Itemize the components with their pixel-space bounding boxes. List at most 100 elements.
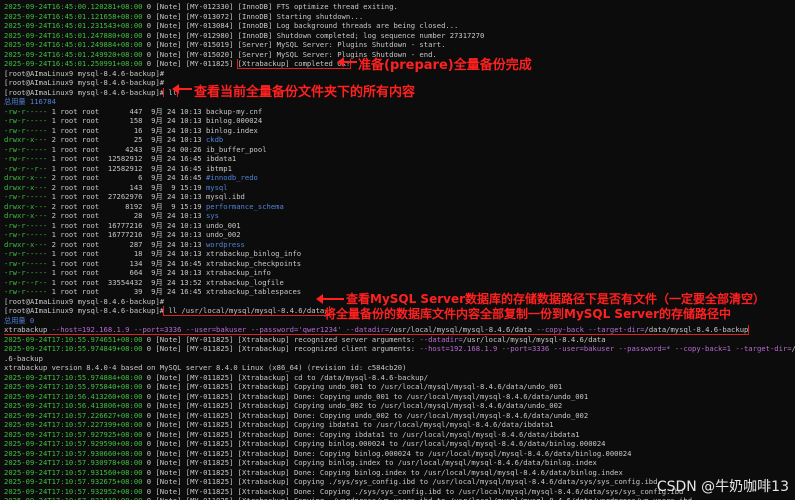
log-timestamp: 2025-09-24T17:10:56.413260+08:00	[4, 391, 143, 401]
log-timestamp: 2025-09-24T17:10:57.227399+08:00	[4, 420, 143, 429]
file-meta: 2 root root 25 9月 24 10:13	[47, 135, 206, 144]
file-list-row: -rw-r----- 1 root root 664 9月 24 10:13 x…	[4, 268, 795, 278]
log-line: 2025-09-24T16:45:01.231543+08:00 0 [Note…	[4, 21, 795, 31]
file-meta: 1 root root 4243 9月 24 00:26	[47, 144, 206, 154]
log-message: 0 [Note] [MY-011825] [Xtrabackup] recogn…	[142, 344, 420, 353]
log-message: 0 [Note] [MY-013072] [InnoDB] Starting s…	[142, 11, 364, 21]
log-line: 2025-09-24T17:10:57.933419+08:00 0 [Note…	[4, 496, 795, 500]
log-path: /usr/local/mysql/mysql-8.4.6/data	[462, 334, 606, 344]
log-line: 2025-09-24T17:10:56.413260+08:00 0 [Note…	[4, 392, 795, 402]
annotation-arrow-view-backup	[172, 84, 192, 94]
shell-prompt: [root@AImaLinux9 mysql-8.4.6-backup]#	[4, 87, 165, 97]
command-segment: /data/mysql-8.4.6-backup	[644, 325, 749, 334]
command-segment: --user=bakuser	[185, 325, 247, 334]
file-meta: 2 root root 28 9月 24 10:13	[47, 211, 206, 220]
terminal-window[interactable]: 2025-09-24T16:45:00.120281+08:00 0 [Note…	[0, 0, 795, 500]
file-list-row: -rw-r----- 1 root root 16777216 9月 24 10…	[4, 221, 795, 231]
log-message: 0 [Note] [MY-011825] [Xtrabackup] Done: …	[142, 429, 580, 439]
file-name: ibdata1	[205, 154, 237, 163]
log-message: 0 [Note] [MY-011825] [Xtrabackup] Copyin…	[142, 420, 554, 429]
log-line: 2025-09-24T17:10:57.929590+08:00 0 [Note…	[4, 439, 795, 449]
file-meta: 1 root root 18 9月 24 10:13	[47, 249, 206, 258]
version-line: xtrabackup version 8.4.0-4 based on MySQ…	[4, 363, 795, 373]
command-segment: --datadir=	[345, 325, 390, 334]
file-permissions: drwxr-x---	[4, 173, 48, 182]
log-timestamp: 2025-09-24T17:10:57.927925+08:00	[4, 429, 143, 439]
log-message: 0 [Note] [MY-011825] [Xtrabackup] Copyin…	[142, 477, 658, 486]
file-permissions: drwxr-x---	[4, 239, 48, 249]
log-timestamp: 2025-09-24T17:10:55.974651+08:00	[4, 334, 143, 344]
file-meta: 1 root root 158 9月 24 10:13	[47, 116, 206, 125]
command-segment: /usr/local/mysql/mysql-8.4.6/data	[389, 325, 537, 334]
xtrabackup-command-line: xtrabackup --host=192.168.1.9 --port=333…	[4, 325, 795, 335]
log-timestamp: 2025-09-24T17:10:56.413806+08:00	[4, 401, 143, 410]
shell-command: ll /usr/local/mysql/mysql-8.4.6/data/	[163, 306, 330, 316]
log-line: 2025-09-24T17:10:56.413806+08:00 0 [Note…	[4, 401, 795, 411]
shell-prompt: [root@AImaLinux9 mysql-8.4.6-backup]#	[4, 296, 165, 306]
log-message: 0 [Note] [MY-011825] [Xtrabackup] Copyin…	[142, 382, 563, 391]
file-list-row: drwxr-x--- 2 root root 28 9月 24 10:13 sy…	[4, 211, 795, 221]
log-line: 2025-09-24T16:45:01.249884+08:00 0 [Note…	[4, 40, 795, 50]
total-size: 总用量 116784	[4, 97, 56, 106]
file-permissions: -rw-r-----	[4, 192, 48, 201]
log-timestamp: 2025-09-24T16:45:01.249884+08:00	[4, 40, 143, 49]
log-timestamp: 2025-09-24T16:45:01.249920+08:00	[4, 49, 143, 59]
log-message: 0 [Note] [MY-011825]	[142, 59, 238, 68]
file-meta: 1 root root 12582912 9月 24 16:45	[47, 163, 206, 173]
file-meta: 1 root root 33554432 9月 24 13:52	[47, 277, 206, 287]
log-message: 0 [Note] [MY-011825] [Xtrabackup] Done: …	[142, 467, 623, 477]
log-line: 2025-09-24T17:10:55.974884+08:00 0 [Note…	[4, 373, 795, 383]
log-line: 2025-09-24T17:10:57.227399+08:00 0 [Note…	[4, 420, 795, 430]
file-name: sys	[205, 211, 219, 220]
file-meta: 1 root root 16777216 9月 24 10:13	[47, 230, 206, 239]
annotation-copy-back: 将全量备份的数据库文件内容全部复制一份到MySQL Server的存储路径中	[324, 307, 732, 321]
log-message: 0 [Note] [MY-011825] [Xtrabackup] Done: …	[142, 410, 589, 420]
file-meta: 1 root root 16777216 9月 24 10:13	[47, 220, 206, 230]
file-list-row: drwxr-x--- 2 root root 6 9月 24 16:45 #in…	[4, 173, 795, 183]
watermark: CSDN @牛奶咖啡13	[656, 479, 789, 495]
file-list-row: drwxr-x--- 2 root root 25 9月 24 10:13 ck…	[4, 135, 795, 145]
file-list-row: -rw-r----- 1 root root 27262976 9月 24 10…	[4, 192, 795, 202]
file-permissions: -rw-r-----	[4, 154, 48, 163]
annotation-prepare-done: 准备(prepare)全量备份完成	[358, 58, 532, 73]
log-message: 0 [Note] [MY-011825] [Xtrabackup] Copyin…	[142, 439, 606, 448]
file-meta: 1 root root 447 9月 24 10:13	[47, 106, 206, 116]
file-permissions: -rw-r-----	[4, 106, 48, 116]
file-name: xtrabackup_info	[205, 268, 271, 277]
file-list-row: -rw-r----- 1 root root 16777216 9月 24 10…	[4, 230, 795, 240]
log-message: 0 [Note] [MY-012330] [InnoDB] FTS optimi…	[142, 2, 398, 11]
file-name: binlog.000024	[205, 116, 263, 125]
file-permissions: -rw-r--r--	[4, 163, 48, 173]
file-name: xtrabackup_tablespaces	[205, 287, 302, 296]
file-list-row: -rw-r----- 1 root root 134 9月 24 16:45 x…	[4, 259, 795, 269]
log-path: /data/mysql-8.4	[792, 344, 795, 353]
total-size: 总用量 0	[4, 315, 35, 325]
file-list-row: -rw-r----- 1 root root 4243 9月 24 00:26 …	[4, 145, 795, 155]
version-text: xtrabackup version 8.4.0-4 based on MySQ…	[4, 363, 407, 372]
log-completed-ok: [Xtrabackup] completed OK!	[236, 59, 352, 69]
file-name: undo_002	[205, 230, 241, 239]
log-timestamp: 2025-09-24T17:10:55.974849+08:00	[4, 344, 143, 353]
log-line: 2025-09-24T16:45:01.121658+08:00 0 [Note…	[4, 12, 795, 22]
shell-prompt: [root@AImaLinux9 mysql-8.4.6-backup]#	[4, 68, 165, 78]
file-name: binlog.index	[205, 125, 258, 135]
file-list-row: drwxr-x--- 2 root root 143 9月 9 15:19 my…	[4, 183, 795, 193]
file-list-row: -rw-r----- 1 root root 18 9月 24 10:13 xt…	[4, 249, 795, 259]
file-permissions: -rw-r-----	[4, 116, 48, 125]
command-segment: --target-dir=	[588, 325, 645, 334]
log-timestamp: 2025-09-24T16:45:01.231543+08:00	[4, 21, 143, 30]
file-permissions: drwxr-x---	[4, 211, 48, 220]
file-permissions: -rw-r-----	[4, 144, 48, 154]
log-line: 2025-09-24T17:10:57.930978+08:00 0 [Note…	[4, 458, 795, 468]
file-permissions: -rw-r-----	[4, 220, 48, 230]
log-message: 0 [Note] [MY-011825] [Xtrabackup] Copyin…	[142, 496, 692, 500]
log-args: --datadir=	[419, 334, 463, 344]
file-name: performance_schema	[205, 201, 284, 211]
annotation-arrow-prepare	[337, 57, 357, 67]
file-permissions: drwxr-x---	[4, 135, 48, 144]
log-line: 2025-09-24T17:10:55.974849+08:00 0 [Note…	[4, 344, 795, 354]
log-line: 2025-09-24T17:10:57.226627+08:00 0 [Note…	[4, 411, 795, 421]
log-line: 2025-09-24T16:45:00.120281+08:00 0 [Note…	[4, 2, 795, 12]
file-list-row: -rw-r--r-- 1 root root 33554432 9月 24 13…	[4, 278, 795, 288]
log-timestamp: 2025-09-24T16:45:01.250991+08:00	[4, 59, 143, 68]
